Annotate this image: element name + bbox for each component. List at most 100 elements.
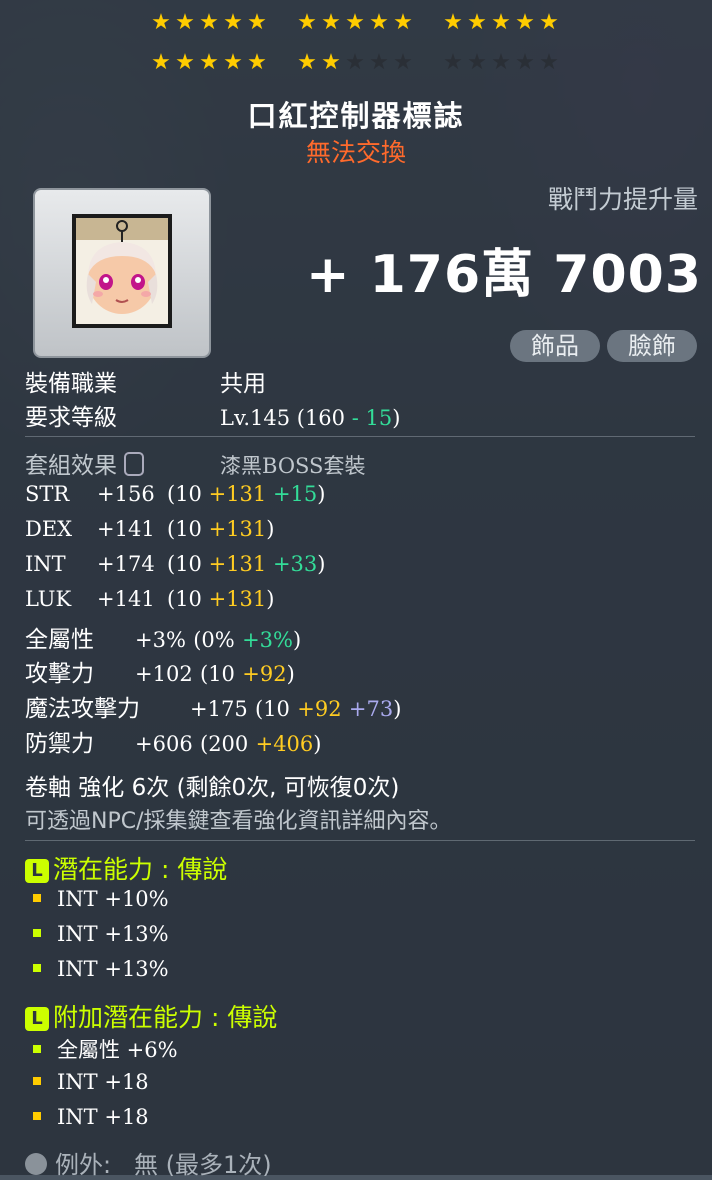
- stat-name: DEX: [25, 517, 73, 541]
- potential-line: INT +10%: [33, 886, 169, 912]
- level-row: 要求等級 Lv.145 (160 - 15): [25, 398, 400, 432]
- star-group: ★ ★ ★ ★ ★: [442, 52, 560, 74]
- stat-close: ): [266, 517, 275, 541]
- potential-text: INT +10%: [57, 887, 169, 911]
- potential-text: INT +13%: [57, 922, 169, 946]
- stat-bonus: +131: [208, 482, 267, 506]
- trade-status: 無法交換: [305, 138, 406, 167]
- stat-bonus: +131: [208, 517, 267, 541]
- magic-attack-close: ): [393, 697, 402, 721]
- lipstick-controller-emblem-icon: [72, 214, 172, 328]
- level-label: 要求等級: [25, 405, 117, 431]
- stat-base: (10: [167, 517, 209, 541]
- stat-total: +141: [97, 517, 155, 541]
- item-tooltip: ★ ★ ★ ★ ★ ★ ★ ★ ★ ★ ★ ★ ★ ★ ★ ★ ★ ★ ★ ★ ★ ★ ★ ★ ★ ★ ★ ★ ★ ★ 口紅控制器標誌 …: [0, 0, 712, 1179]
- magic-attack-total: +175: [190, 697, 248, 721]
- star-filled-icon: ★: [175, 10, 195, 35]
- potential-line: INT +13%: [33, 921, 169, 947]
- potential-title: 潛在能力 : 傳說: [53, 855, 228, 884]
- stat-name: LUK: [25, 587, 72, 611]
- stat-row-dex: DEX +141 (10 +131): [25, 516, 274, 542]
- star-filled-icon: ★: [223, 50, 243, 75]
- stat-total: +141: [97, 587, 155, 611]
- divider: [25, 840, 695, 841]
- stat-total: +174: [97, 552, 155, 576]
- set-value: 漆黑BOSS套裝: [220, 454, 366, 478]
- star-filled-icon: ★: [151, 10, 171, 35]
- star-filled-icon: ★: [297, 50, 317, 75]
- stat-bonus: +131: [208, 587, 267, 611]
- set-label-text: 套組效果: [25, 453, 117, 479]
- additional-potential-title: 附加潛在能力 : 傳說: [53, 1003, 278, 1032]
- item-name: 口紅控制器標誌: [247, 99, 465, 133]
- attack-total: +102: [135, 662, 193, 686]
- star-force-row-2: ★ ★ ★ ★ ★ ★ ★ ★ ★ ★ ★ ★ ★ ★ ★: [150, 52, 580, 74]
- defense-base: (200: [200, 732, 249, 756]
- scroll-hint: 可透過NPC/採集鍵查看強化資訊詳細內容。: [25, 809, 452, 834]
- star-filled-icon: ★: [199, 10, 219, 35]
- tag-face-accessory: 臉飾: [607, 330, 697, 362]
- all-stat-label: 全屬性: [25, 627, 94, 653]
- lock-icon: [124, 452, 145, 476]
- star-group: ★ ★ ★ ★ ★: [150, 12, 268, 34]
- potential-line: INT +13%: [33, 956, 169, 982]
- stat-extra: +15: [266, 482, 318, 506]
- potential-text: INT +18: [57, 1105, 149, 1129]
- combat-power-label: 戰鬥力提升量: [547, 185, 698, 214]
- defense-label: 防禦力: [25, 731, 94, 757]
- star-filled-icon: ★: [297, 10, 317, 35]
- star-filled-icon: ★: [321, 10, 341, 35]
- all-stat-total: +3%: [135, 628, 186, 652]
- defense-total: +606: [135, 732, 193, 756]
- star-filled-icon: ★: [175, 50, 195, 75]
- star-filled-icon: ★: [151, 50, 171, 75]
- level-value: Lv.145 (160: [220, 406, 352, 430]
- bullet-icon: [33, 894, 41, 902]
- all-stat-close: ): [292, 628, 302, 652]
- potential-text: INT +13%: [57, 957, 169, 981]
- star-group: ★ ★ ★ ★ ★: [296, 52, 414, 74]
- star-group: ★ ★ ★ ★ ★: [150, 52, 268, 74]
- star-filled-icon: ★: [515, 10, 535, 35]
- magic-attack-extra: +73: [348, 697, 394, 721]
- star-filled-icon: ★: [393, 10, 413, 35]
- stat-close: ): [266, 587, 275, 611]
- star-filled-icon: ★: [321, 50, 341, 75]
- star-empty-icon: ★: [443, 50, 463, 75]
- star-filled-icon: ★: [247, 50, 267, 75]
- star-filled-icon: ★: [467, 10, 487, 35]
- potential-header: L 潛在能力 : 傳說: [25, 850, 227, 886]
- job-row: 裝備職業 共用: [25, 364, 266, 398]
- legendary-badge-icon: L: [25, 1007, 49, 1031]
- stat-base: (10: [167, 482, 209, 506]
- bullet-icon: [33, 964, 41, 972]
- magic-attack-base: (10: [255, 697, 290, 721]
- bullet-icon: [33, 1112, 41, 1120]
- star-empty-icon: ★: [467, 50, 487, 75]
- job-value: 共用: [220, 371, 266, 397]
- stat-name: STR: [25, 482, 70, 506]
- star-group: ★ ★ ★ ★ ★: [296, 12, 414, 34]
- star-filled-icon: ★: [491, 10, 511, 35]
- potential-line: INT +18: [33, 1069, 149, 1095]
- attack-row: 攻擊力 +102 (10 +92): [25, 654, 295, 688]
- tag-accessory: 飾品: [510, 330, 600, 362]
- job-label: 裝備職業: [25, 371, 117, 397]
- star-force-row-1: ★ ★ ★ ★ ★ ★ ★ ★ ★ ★ ★ ★ ★ ★ ★: [150, 12, 580, 34]
- attack-base: (10: [200, 662, 235, 686]
- set-label: 套組效果: [25, 446, 220, 480]
- star-empty-icon: ★: [515, 50, 535, 75]
- potential-line: 全屬性 +6%: [33, 1034, 178, 1064]
- stat-extra: +33: [266, 552, 318, 576]
- potential-text: INT +18: [57, 1070, 149, 1094]
- stat-bonus: +131: [208, 552, 267, 576]
- stat-row-luk: LUK +141 (10 +131): [25, 586, 274, 612]
- level-reduction: - 15: [351, 406, 393, 430]
- all-stat-row: 全屬性 +3% (0% +3%): [25, 620, 301, 654]
- attack-bonus: +92: [242, 662, 287, 686]
- potential-line: INT +18: [33, 1104, 149, 1130]
- set-row: 套組效果 漆黑BOSS套裝: [25, 446, 365, 480]
- potential-text: 全屬性 +6%: [57, 1038, 178, 1062]
- scroll-info: 卷軸 強化 6次 (剩餘0次, 可恢復0次): [25, 775, 400, 801]
- defense-bonus: +406: [255, 732, 314, 756]
